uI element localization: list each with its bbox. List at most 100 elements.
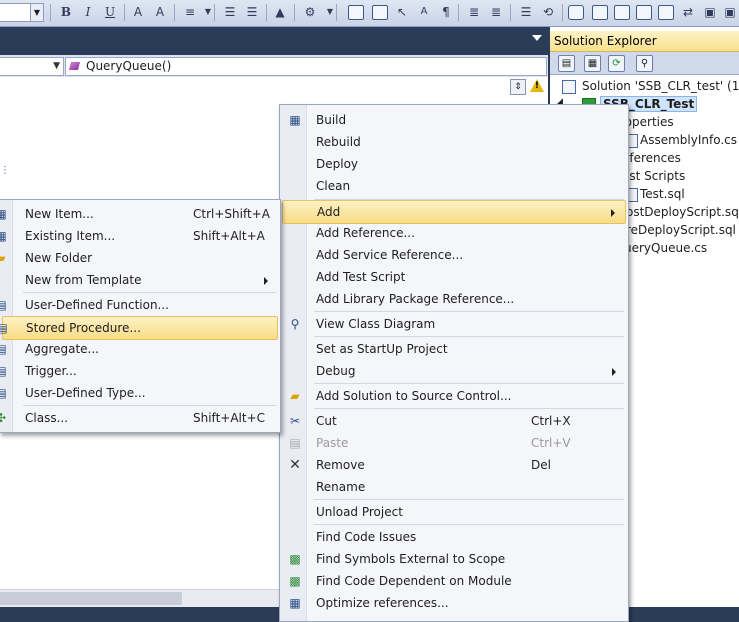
frame-icon[interactable] bbox=[348, 5, 364, 20]
menu-item-new-folder[interactable]: ▰ New Folder bbox=[0, 247, 278, 269]
comment-bubble-icon[interactable] bbox=[592, 5, 608, 20]
menu-item-aggregate[interactable]: ▤ Aggregate... bbox=[0, 338, 278, 360]
symbols-external-icon: ▩ bbox=[289, 552, 301, 566]
navigation-bar: ▼ QueryQueue() bbox=[0, 55, 548, 78]
menu-item-rebuild[interactable]: Rebuild bbox=[282, 131, 626, 153]
menu-item-new-from-template[interactable]: New from Template bbox=[2, 269, 278, 291]
menu-item-clean[interactable]: Clean bbox=[282, 175, 626, 197]
add-submenu: ▦ New Item... Ctrl+Shift+A ▦ Existing It… bbox=[0, 199, 281, 433]
comment-bubble-icon[interactable] bbox=[636, 5, 652, 20]
menu-item-unload-project[interactable]: Unload Project bbox=[282, 501, 626, 523]
paragraph-icon[interactable]: ¶ bbox=[438, 4, 454, 20]
optimize-references-icon: ▦ bbox=[289, 596, 301, 610]
menu-item-find-code-issues[interactable]: Find Code Issues bbox=[282, 526, 626, 548]
italic-button[interactable]: I bbox=[80, 4, 96, 20]
menu-item-remove[interactable]: ✕ Remove Del bbox=[282, 454, 626, 476]
pointer-icon[interactable]: ↖ bbox=[394, 4, 410, 20]
tree-item-solution[interactable]: Solution 'SSB_CLR_test' (1 pro bbox=[550, 77, 739, 95]
show-all-files-icon[interactable]: ▦ bbox=[584, 55, 601, 72]
menu-item-find-code-dependent[interactable]: ▩ Find Code Dependent on Module bbox=[282, 570, 626, 592]
scissors-icon: ✂ bbox=[289, 414, 301, 428]
toolbar-separator bbox=[294, 4, 295, 21]
font-color-icon[interactable]: A bbox=[130, 4, 146, 20]
menu-item-add-reference[interactable]: Add Reference... bbox=[282, 222, 626, 244]
submenu-arrow-icon bbox=[611, 209, 615, 217]
underline-button[interactable]: U bbox=[102, 4, 118, 20]
menu-item-build[interactable]: ▦ Build bbox=[282, 109, 626, 131]
menu-item-paste[interactable]: ▤ Paste Ctrl+V bbox=[282, 432, 626, 454]
comment-icon[interactable]: ☰ bbox=[518, 4, 534, 20]
toolbar-separator bbox=[562, 4, 563, 21]
toolbar-separator bbox=[336, 4, 337, 21]
menu-item-add-library-package-reference[interactable]: Add Library Package Reference... bbox=[282, 288, 626, 310]
toolbar-separator bbox=[266, 4, 267, 21]
menu-item-add-solution-to-source-control[interactable]: ▰ Add Solution to Source Control... bbox=[282, 385, 626, 407]
member-combo[interactable]: QueryQueue() bbox=[65, 57, 547, 76]
menu-item-deploy[interactable]: Deploy bbox=[282, 153, 626, 175]
menu-item-stored-procedure[interactable]: ▤ Stored Procedure... bbox=[0, 316, 278, 340]
menu-separator bbox=[314, 499, 624, 500]
bookmark-icon[interactable]: ▣ bbox=[722, 4, 738, 20]
uncomment-icon[interactable]: ⟲ bbox=[540, 4, 556, 20]
udf-icon: ▤ bbox=[0, 298, 7, 312]
toolbar-separator bbox=[50, 4, 51, 21]
font-size-combo[interactable]: ▼ bbox=[0, 3, 44, 22]
menu-item-cut[interactable]: ✂ Cut Ctrl+X bbox=[282, 410, 626, 432]
menu-item-rename[interactable]: Rename bbox=[282, 476, 626, 498]
bullet-list-icon[interactable]: ☰ bbox=[222, 4, 238, 20]
bookmark-icon[interactable]: ▣ bbox=[702, 4, 718, 20]
menu-item-user-defined-function[interactable]: ▤ User-Defined Function... bbox=[0, 294, 278, 316]
method-icon bbox=[68, 62, 81, 70]
toolbar-separator bbox=[174, 4, 175, 21]
menu-separator bbox=[314, 383, 624, 384]
menu-item-user-defined-type[interactable]: ▤ User-Defined Type... bbox=[0, 382, 278, 404]
menu-item-existing-item[interactable]: ▦ Existing Item... Shift+Alt+A bbox=[0, 225, 278, 247]
insert-image-icon[interactable]: ▲ bbox=[272, 4, 288, 20]
folder-icon: ▰ bbox=[0, 251, 6, 265]
tab-list-dropdown-icon[interactable] bbox=[532, 35, 542, 41]
menu-item-debug[interactable]: Debug bbox=[282, 360, 626, 382]
new-item-icon: ▦ bbox=[0, 207, 7, 221]
toolbar-separator bbox=[124, 4, 125, 21]
refresh-icon[interactable]: ⟳ bbox=[608, 55, 625, 72]
class-diagram-icon[interactable]: ⚲ bbox=[636, 55, 653, 72]
panel-title: Solution Explorer bbox=[554, 34, 657, 48]
menu-item-view-class-diagram[interactable]: ⚲ View Class Diagram bbox=[282, 313, 626, 335]
member-combo-value: QueryQueue() bbox=[86, 59, 172, 73]
menu-item-add-service-reference[interactable]: Add Service Reference... bbox=[282, 244, 626, 266]
menu-item-set-startup-project[interactable]: Set as StartUp Project bbox=[282, 338, 626, 360]
menu-separator bbox=[23, 405, 276, 406]
comment-bubble-icon[interactable] bbox=[658, 5, 674, 20]
menu-item-add-test-script[interactable]: Add Test Script bbox=[282, 266, 626, 288]
numbered-list-icon[interactable]: ☰ bbox=[244, 4, 260, 20]
text-format-icon[interactable]: A bbox=[416, 4, 432, 20]
scrollbar-thumb[interactable] bbox=[0, 592, 182, 605]
comment-bubble-icon[interactable] bbox=[614, 5, 630, 20]
menu-item-add[interactable]: Add bbox=[282, 200, 626, 224]
outline-marker-icon: ⋮ bbox=[0, 165, 10, 176]
document-tab-bar bbox=[0, 27, 548, 53]
navigate-icon[interactable]: ⇄ bbox=[680, 4, 696, 20]
settings-icon[interactable]: ⚙ bbox=[302, 4, 318, 20]
chevron-down-icon: ▼ bbox=[53, 61, 60, 71]
type-combo[interactable]: ▼ bbox=[0, 57, 64, 76]
menu-item-find-symbols-external[interactable]: ▩ Find Symbols External to Scope bbox=[282, 548, 626, 570]
highlight-icon[interactable]: A bbox=[152, 4, 168, 20]
outdent-icon[interactable]: ≣ bbox=[488, 4, 504, 20]
trigger-icon: ▤ bbox=[0, 364, 7, 378]
menu-item-optimize-references[interactable]: ▦ Optimize references... bbox=[282, 592, 626, 614]
bold-button[interactable]: B bbox=[58, 4, 74, 20]
aggregate-icon: ▤ bbox=[0, 342, 7, 356]
indent-icon[interactable]: ≣ bbox=[466, 4, 482, 20]
split-icon[interactable]: ⇕ bbox=[510, 79, 526, 95]
align-icon[interactable]: ≡ bbox=[182, 4, 198, 20]
menu-item-class[interactable]: ✣ Class... Shift+Alt+C bbox=[0, 407, 278, 429]
menu-item-trigger[interactable]: ▤ Trigger... bbox=[0, 360, 278, 382]
frame-icon[interactable] bbox=[372, 5, 388, 20]
menu-item-new-item[interactable]: ▦ New Item... Ctrl+Shift+A bbox=[0, 203, 278, 225]
menu-separator bbox=[314, 336, 624, 337]
properties-icon[interactable]: ▤ bbox=[558, 55, 575, 72]
menu-separator bbox=[314, 311, 624, 312]
window-icon[interactable] bbox=[568, 5, 584, 20]
build-icon: ▦ bbox=[289, 113, 301, 127]
